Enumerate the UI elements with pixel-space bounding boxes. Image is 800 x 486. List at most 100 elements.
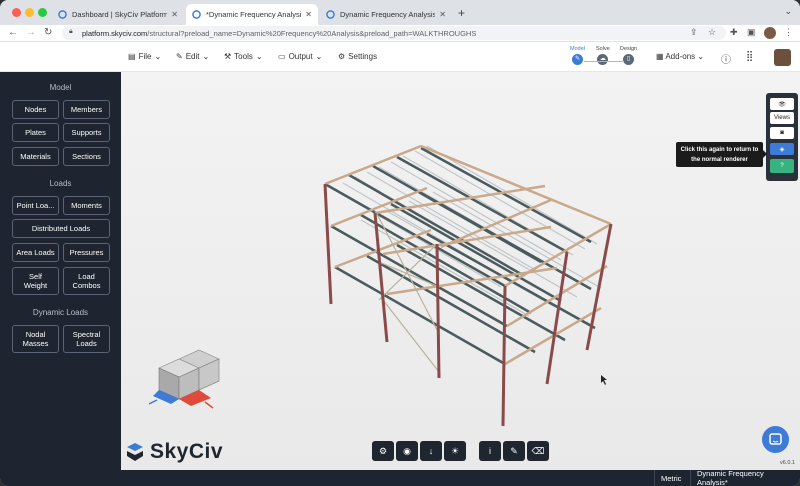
stage-design[interactable]: Design ▯ bbox=[620, 46, 637, 65]
addons-menu[interactable]: ▦ Add-ons ⌄ bbox=[656, 52, 704, 61]
lock-icon: 🔒︎ bbox=[69, 28, 73, 35]
spectral-loads-button[interactable]: Spectral Loads bbox=[63, 325, 110, 353]
skyciv-logo: SkyCiv bbox=[125, 440, 223, 464]
visibility-eye-icon[interactable]: 👁︎ bbox=[770, 98, 794, 110]
logo-text: SkyCiv bbox=[150, 440, 224, 463]
tab-title: Dashboard | SkyCiv Platform bbox=[72, 10, 168, 19]
close-tab-icon[interactable]: ✕ bbox=[439, 10, 446, 19]
chevron-down-icon: ⌄ bbox=[255, 52, 263, 61]
apps-grid-icon[interactable]: ⣿ bbox=[746, 51, 753, 62]
menu-label: Output bbox=[288, 52, 313, 61]
stage-connector bbox=[584, 61, 624, 62]
pencil-icon: ✎ bbox=[176, 52, 183, 61]
share-icon[interactable]: ⇪ bbox=[690, 27, 698, 38]
self-weight-button[interactable]: Self Weight bbox=[12, 267, 59, 295]
browser-profile-avatar[interactable] bbox=[764, 27, 776, 39]
right-view-toolbar: 👁︎ Views ◙ ◈ ? bbox=[766, 93, 798, 181]
pencil-tool-icon[interactable]: ✎ bbox=[503, 441, 525, 461]
document-icon: ▯ bbox=[623, 54, 635, 65]
eraser-tool-icon[interactable]: ⌫ bbox=[527, 441, 549, 461]
section-title-model: Model bbox=[49, 83, 72, 92]
info-tool-icon[interactable]: i bbox=[479, 441, 501, 461]
tab-title: *Dynamic Frequency Analysis | bbox=[206, 10, 302, 19]
lightbulb-tool-icon[interactable]: ☀ bbox=[444, 441, 466, 461]
close-window-dot[interactable] bbox=[12, 8, 21, 17]
url-host: platform.skyciv.com bbox=[82, 28, 148, 38]
structure-3d-view[interactable] bbox=[121, 72, 800, 470]
app-header: ▤ File ⌄ ✎ Edit ⌄ ⚒ Tools ⌄ ▭ Output ⌄ ⚙ Settings… bbox=[0, 42, 800, 72]
area-loads-button[interactable]: Area Loads bbox=[12, 243, 59, 262]
section-title-loads: Loads bbox=[49, 179, 72, 188]
close-tab-icon[interactable]: ✕ bbox=[171, 10, 178, 19]
nodes-button[interactable]: Nodes bbox=[12, 100, 59, 119]
nodal-masses-button[interactable]: Nodal Masses bbox=[12, 325, 59, 353]
stage-solve[interactable]: Solve ☁ bbox=[596, 46, 610, 65]
views-button[interactable]: Views bbox=[770, 112, 794, 124]
point-loads-button[interactable]: Point Loa... bbox=[12, 196, 59, 215]
left-sidebar: Model Nodes Members Plates Supports Mate… bbox=[0, 72, 121, 470]
moments-button[interactable]: Moments bbox=[63, 196, 110, 215]
sections-button[interactable]: Sections bbox=[63, 147, 110, 166]
arrow-down-tool-icon[interactable]: ↓ bbox=[420, 441, 442, 461]
load-combos-button[interactable]: Load Combos bbox=[63, 267, 110, 295]
extensions-icon[interactable]: ✚ bbox=[730, 27, 738, 38]
grid-icon: ▦ bbox=[656, 52, 664, 61]
sidepanel-icon[interactable]: ▣ bbox=[747, 27, 756, 38]
cluster-tool-icon[interactable]: ⚙ bbox=[372, 441, 394, 461]
skyciv-favicon-icon bbox=[192, 10, 201, 19]
version-label: v6.0.1 bbox=[780, 460, 795, 466]
menu-tools[interactable]: ⚒ Tools ⌄ bbox=[224, 52, 263, 61]
tab-dynamic-frequency[interactable]: Dynamic Frequency Analysis | ✕ bbox=[320, 4, 452, 25]
cloud-icon: ☁ bbox=[597, 54, 609, 65]
model-viewport[interactable] bbox=[121, 72, 800, 470]
members-button[interactable]: Members bbox=[63, 100, 110, 119]
tab-strip: Dashboard | SkyCiv Platform ✕ *Dynamic F… bbox=[0, 0, 800, 25]
pressures-button[interactable]: Pressures bbox=[63, 243, 110, 262]
menu-settings[interactable]: ⚙ Settings bbox=[338, 52, 377, 61]
tab-title: Dynamic Frequency Analysis | bbox=[340, 10, 436, 19]
menu-file[interactable]: ▤ File ⌄ bbox=[128, 52, 161, 61]
stage-label: Design bbox=[620, 46, 638, 52]
skyciv-logo-mark-icon bbox=[127, 443, 143, 461]
user-avatar[interactable] bbox=[774, 49, 791, 66]
supports-button[interactable]: Supports bbox=[63, 123, 110, 142]
help-icon[interactable]: ⓘ bbox=[721, 51, 731, 66]
menu-label: Settings bbox=[348, 52, 378, 61]
materials-button[interactable]: Materials bbox=[12, 147, 59, 166]
stage-label: Solve bbox=[596, 46, 610, 52]
renderer-tooltip: Click this again to return to the normal… bbox=[676, 142, 767, 167]
skyciv-favicon-icon bbox=[326, 10, 335, 19]
chat-support-icon[interactable] bbox=[762, 426, 789, 453]
bookmark-star-icon[interactable]: ☆ bbox=[708, 27, 716, 38]
status-bar: Metric Dynamic Frequency Analysis* bbox=[0, 469, 800, 486]
tab-dashboard[interactable]: Dashboard | SkyCiv Platform ✕ bbox=[52, 4, 184, 25]
menu-output[interactable]: ▭ Output ⌄ bbox=[278, 52, 322, 61]
maximize-window-dot[interactable] bbox=[38, 8, 47, 17]
forward-icon[interactable]: → bbox=[26, 27, 36, 38]
browser-window: Dashboard | SkyCiv Platform ✕ *Dynamic F… bbox=[0, 0, 800, 486]
units-status[interactable]: Metric bbox=[654, 470, 687, 486]
back-icon[interactable]: ← bbox=[8, 27, 18, 38]
tab-dynamic-frequency-active[interactable]: *Dynamic Frequency Analysis | ✕ bbox=[186, 4, 318, 25]
url-field[interactable]: 🔒︎ platform.skyciv.com/structural?preloa… bbox=[62, 26, 726, 40]
help-question-icon[interactable]: ? bbox=[770, 159, 794, 173]
file-icon: ▤ bbox=[128, 52, 136, 61]
browser-menu-icon[interactable]: ⋮ bbox=[784, 27, 793, 38]
tab-list-chevron-icon[interactable]: ⌄ bbox=[784, 6, 792, 17]
minimize-window-dot[interactable] bbox=[25, 8, 34, 17]
new-tab-icon[interactable]: + bbox=[458, 6, 465, 20]
stage-model[interactable]: Model ✎ bbox=[570, 46, 585, 65]
menu-edit[interactable]: ✎ Edit ⌄ bbox=[176, 52, 209, 61]
distributed-loads-button[interactable]: Distributed Loads bbox=[12, 219, 110, 238]
wrench-icon: ⚒ bbox=[224, 52, 232, 61]
menu-label: Edit bbox=[185, 52, 200, 61]
plates-button[interactable]: Plates bbox=[12, 123, 59, 142]
reload-icon[interactable]: ↻ bbox=[44, 27, 52, 38]
renderer-cube-icon[interactable]: ◈ bbox=[770, 143, 794, 155]
close-tab-icon[interactable]: ✕ bbox=[305, 10, 312, 19]
eye-tool-icon[interactable]: ◉ bbox=[396, 441, 418, 461]
camera-icon[interactable]: ◙ bbox=[770, 127, 794, 139]
project-name-status[interactable]: Dynamic Frequency Analysis* bbox=[690, 469, 800, 486]
chevron-down-icon: ⌄ bbox=[697, 52, 705, 61]
gear-icon: ⚙ bbox=[338, 52, 346, 61]
